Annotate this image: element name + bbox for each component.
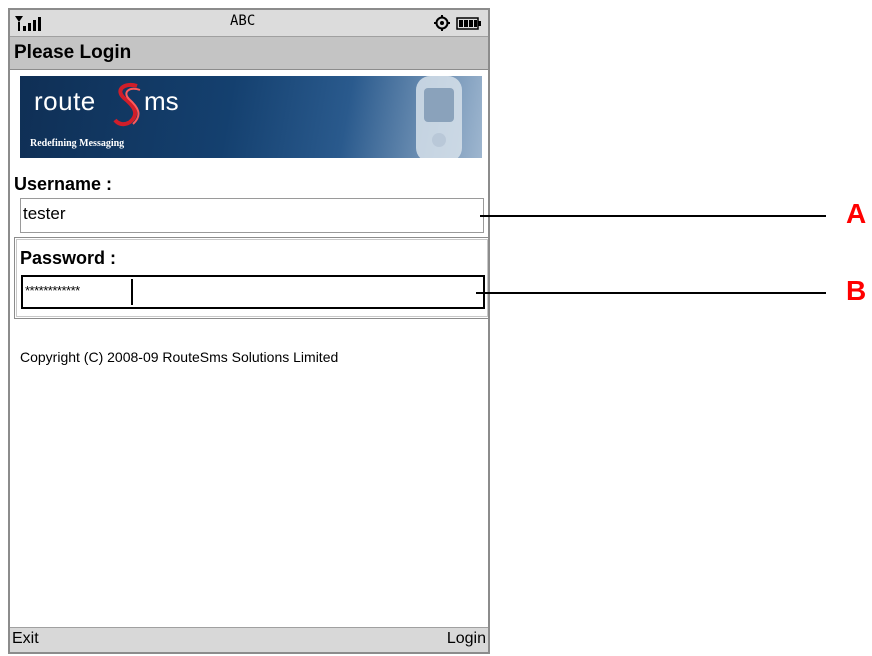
copyright-text: Copyright (C) 2008-09 RouteSms Solutions… bbox=[20, 349, 339, 365]
status-bar: ABC bbox=[10, 10, 488, 37]
password-value: ************ bbox=[25, 283, 80, 298]
username-input[interactable]: tester bbox=[20, 198, 484, 233]
title-bar: Please Login bbox=[10, 37, 488, 70]
logo-route-text: route bbox=[34, 86, 96, 116]
password-input[interactable]: ************ bbox=[21, 275, 485, 309]
mobile-phone-image bbox=[416, 76, 462, 158]
callout-label-b: B bbox=[846, 275, 867, 306]
callout-label-a: A bbox=[846, 198, 867, 229]
logo-ms-text: ms bbox=[144, 86, 179, 116]
login-softkey[interactable]: Login bbox=[447, 630, 486, 648]
page-title: Please Login bbox=[14, 42, 132, 63]
soft-key-bar: Exit Login bbox=[10, 627, 488, 652]
phone-screen: ABC Please Login route ms Redefining Mes… bbox=[8, 8, 490, 654]
routesms-s-logo-icon bbox=[113, 83, 141, 127]
callout-line-a bbox=[480, 215, 826, 217]
password-label: Password : bbox=[20, 248, 117, 268]
gear-icon bbox=[434, 15, 450, 31]
username-value: tester bbox=[23, 204, 66, 223]
text-cursor bbox=[131, 279, 133, 305]
routesms-banner: route ms Redefining Messaging bbox=[20, 76, 482, 158]
signal-icon bbox=[15, 16, 41, 31]
network-label: ABC bbox=[230, 13, 256, 29]
callout-line-b bbox=[476, 292, 826, 294]
logo-tagline: Redefining Messaging bbox=[30, 138, 125, 149]
username-label: Username : bbox=[14, 174, 113, 194]
exit-softkey[interactable]: Exit bbox=[12, 630, 39, 648]
battery-icon bbox=[456, 17, 481, 30]
